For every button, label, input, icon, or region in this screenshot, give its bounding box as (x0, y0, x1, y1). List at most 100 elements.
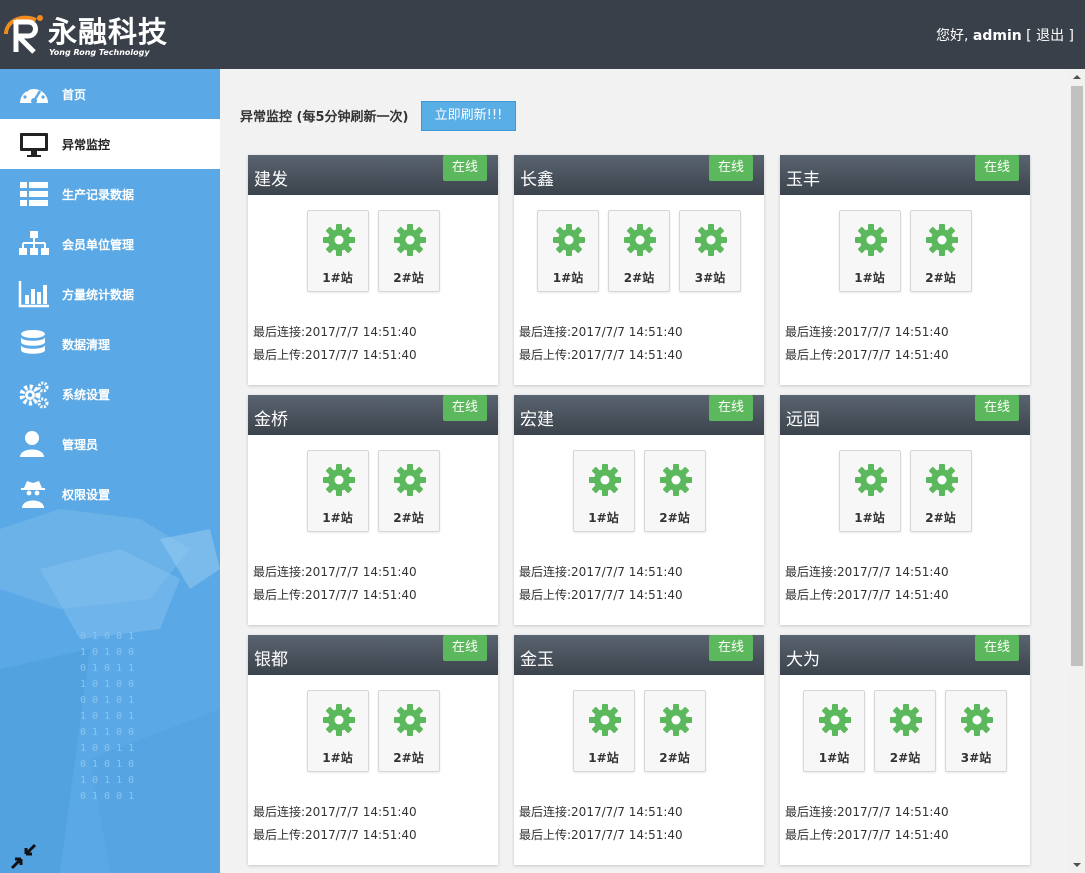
station-tile[interactable]: 1#站 (803, 690, 865, 772)
status-badge: 在线 (709, 635, 753, 661)
station-label: 1#站 (588, 751, 619, 765)
station-label: 3#站 (960, 751, 992, 765)
last-connect-text: 最后连接:2017/7/7 14:51:40 (785, 805, 949, 819)
sidebar-item-settings[interactable]: 系统设置 (0, 369, 220, 419)
sidebar-item-monitor[interactable]: 异常监控 (0, 119, 220, 169)
station-tile[interactable]: 2#站 (377, 450, 440, 532)
gear-icon (818, 703, 852, 737)
station-tile[interactable]: 2#站 (377, 210, 440, 292)
status-badge: 在线 (443, 155, 487, 181)
station-tile[interactable]: 1#站 (306, 210, 369, 292)
scroll-up-arrow-icon[interactable] (1069, 69, 1085, 85)
station-label: 1#站 (322, 511, 353, 525)
gear-icon (393, 463, 427, 497)
station-label: 1#站 (322, 271, 353, 285)
station-tile[interactable]: 2#站 (909, 210, 972, 292)
database-icon (21, 330, 45, 354)
station-label: 1#站 (588, 511, 619, 525)
station-card: 长鑫 在线 1#站 2#站 3#站最后连接:2017/7/7 14:51:40 最后上传:… (514, 155, 764, 385)
svg-text:0 1 0 1 1: 0 1 0 1 1 (80, 663, 134, 674)
user-greeting: 您好, admin [ 退出 ] (936, 25, 1074, 45)
svg-text:1 0 1 1 0: 1 0 1 1 0 (80, 775, 134, 786)
page-scrollbar[interactable] (1069, 69, 1085, 873)
station-list: 1#站 2#站 (248, 690, 498, 772)
bar-chart-icon (18, 281, 49, 308)
status-badge: 在线 (709, 395, 753, 421)
station-tile[interactable]: 2#站 (608, 210, 670, 292)
last-connect-text: 最后连接:2017/7/7 14:51:40 (785, 565, 949, 579)
last-upload-text: 最后上传:2017/7/7 14:51:40 (519, 828, 683, 842)
card-title: 银都 (254, 650, 288, 670)
last-upload-text: 最后上传:2017/7/7 14:51:40 (785, 828, 949, 842)
card-header: 长鑫 在线 (514, 155, 764, 195)
card-header: 金桥 在线 (248, 395, 498, 435)
gear-icon (588, 463, 622, 497)
sidebar-item-production[interactable]: 生产记录数据 (0, 169, 220, 219)
station-label: 2#站 (925, 271, 956, 285)
last-connect-text: 最后连接:2017/7/7 14:51:40 (519, 325, 683, 339)
card-header: 银都 在线 (248, 635, 498, 675)
station-tile[interactable]: 1#站 (838, 450, 901, 532)
station-tile[interactable]: 2#站 (909, 450, 972, 532)
station-tile[interactable]: 1#站 (572, 690, 635, 772)
station-tile[interactable]: 2#站 (643, 690, 706, 772)
gear-icon (694, 223, 728, 257)
station-tile[interactable]: 2#站 (377, 690, 440, 772)
card-header: 金玉 在线 (514, 635, 764, 675)
gear-icon (925, 223, 959, 257)
last-connect-text: 最后连接:2017/7/7 14:51:40 (253, 565, 417, 579)
logout-link[interactable]: [ 退出 ] (1026, 28, 1074, 44)
station-label: 2#站 (623, 271, 655, 285)
sidebar-item-admin[interactable]: 管理员 (0, 419, 220, 469)
sidebar-item-label: 管理员 (62, 438, 99, 452)
refresh-button[interactable]: 立即刷新!!! (421, 101, 516, 131)
station-tile[interactable]: 1#站 (306, 690, 369, 772)
station-list: 1#站 2#站 3#站 (780, 690, 1030, 772)
card-title: 玉丰 (786, 170, 820, 190)
station-label: 1#站 (322, 751, 353, 765)
scroll-down-arrow-icon[interactable] (1069, 857, 1085, 873)
sidebar-item-statistics[interactable]: 方量统计数据 (0, 269, 220, 319)
station-tile[interactable]: 3#站 (679, 210, 741, 292)
collapse-sidebar-icon[interactable] (8, 841, 38, 871)
sidebar-item-permissions[interactable]: 权限设置 (0, 469, 220, 519)
station-label: 1#站 (854, 271, 885, 285)
station-label: 2#站 (925, 511, 956, 525)
gear-icon (322, 463, 356, 497)
card-header: 玉丰 在线 (780, 155, 1030, 195)
sidebar-item-home[interactable]: 首页 (0, 69, 220, 119)
card-header: 建发 在线 (248, 155, 498, 195)
station-tile[interactable]: 1#站 (838, 210, 901, 292)
station-tile[interactable]: 3#站 (945, 690, 1007, 772)
sidebar-item-cleanup[interactable]: 数据清理 (0, 319, 220, 369)
list-icon (20, 182, 48, 206)
svg-text:1 0 1 0 1: 1 0 1 0 1 (80, 711, 134, 722)
svg-text:1 0 1 0 0: 1 0 1 0 0 (80, 647, 134, 658)
station-tile[interactable]: 2#站 (643, 450, 706, 532)
gear-icon (623, 223, 657, 257)
station-tile[interactable]: 2#站 (874, 690, 936, 772)
svg-text:1 0 1 0 0: 1 0 1 0 0 (80, 679, 134, 690)
station-tile[interactable]: 1#站 (572, 450, 635, 532)
last-upload-text: 最后上传:2017/7/7 14:51:40 (519, 348, 683, 362)
scrollbar-thumb[interactable] (1071, 86, 1083, 666)
card-title: 金玉 (520, 650, 554, 670)
sidebar-item-members[interactable]: 会员单位管理 (0, 219, 220, 269)
sidebar-item-label: 权限设置 (62, 488, 111, 502)
status-badge: 在线 (443, 395, 487, 421)
card-title: 建发 (254, 170, 288, 190)
station-list: 1#站 2#站 (248, 210, 498, 292)
logo[interactable]: 永融科技 Yong Rong Technology (2, 8, 167, 62)
card-title: 宏建 (520, 410, 554, 430)
station-list: 1#站 2#站 (780, 210, 1030, 292)
station-list: 1#站 2#站 (780, 450, 1030, 532)
top-bar: 永融科技 Yong Rong Technology 您好, admin [ 退出… (0, 0, 1085, 69)
last-connect-text: 最后连接:2017/7/7 14:51:40 (785, 325, 949, 339)
station-tile[interactable]: 1#站 (537, 210, 599, 292)
card-header: 大为 在线 (780, 635, 1030, 675)
station-tile[interactable]: 1#站 (306, 450, 369, 532)
station-card: 大为 在线 1#站 2#站 3#站最后连接:2017/7/7 14:51:40 最后上传:… (780, 635, 1030, 865)
card-title: 长鑫 (520, 170, 554, 190)
status-badge: 在线 (975, 155, 1019, 181)
svg-text:0 0 1 0 1: 0 0 1 0 1 (80, 695, 134, 706)
